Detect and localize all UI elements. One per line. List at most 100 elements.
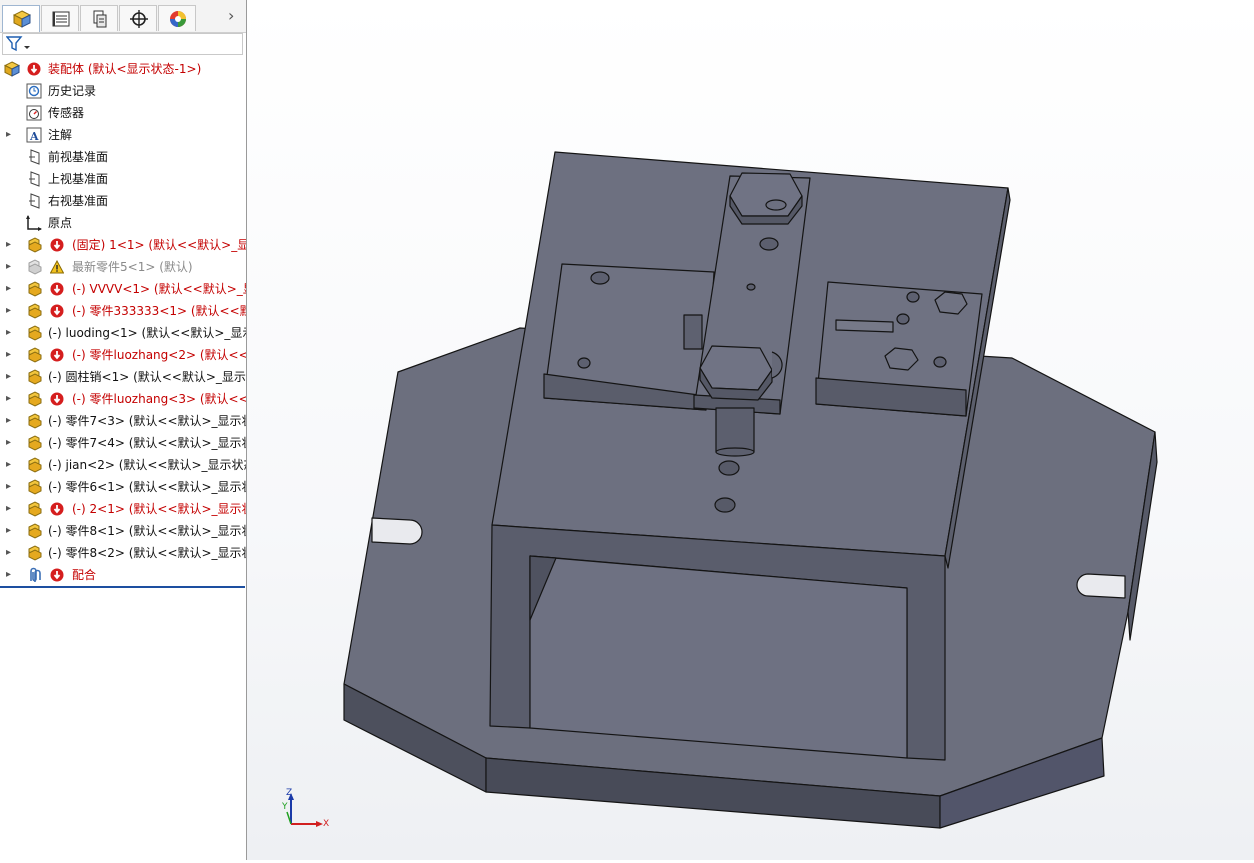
part-icon: [28, 413, 42, 429]
part-icon: [28, 369, 42, 385]
expand-arrow-icon[interactable]: ▸: [6, 410, 14, 432]
rebuild-error-icon: [50, 502, 64, 516]
tree-item-label: 原点: [48, 216, 73, 230]
tree-root-assembly[interactable]: 装配体 (默认<显示状态-1>): [0, 58, 246, 80]
tree-item-component[interactable]: ▸ (-) 零件8<1> (默认<<默认>_显示状: [0, 520, 246, 542]
expand-arrow-icon[interactable]: ▸: [6, 564, 14, 586]
tree-item-right-plane[interactable]: 右视基准面: [0, 190, 246, 212]
tree-item-component[interactable]: ▸ (-) jian<2> (默认<<默认>_显示状态: [0, 454, 246, 476]
tree-item-top-plane[interactable]: 上视基准面: [0, 168, 246, 190]
tree-item-label: 前视基准面: [48, 150, 109, 164]
view-orientation-triad: Z Y X: [282, 788, 333, 834]
tree-item-component[interactable]: ▸ (-) VVVV<1> (默认<<默认>_显: [0, 278, 246, 300]
origin-icon: [26, 215, 42, 231]
crosshair-icon: [130, 10, 148, 28]
graphics-area[interactable]: Z Y X: [247, 0, 1254, 860]
tree-item-component[interactable]: ▸ (-) 零件7<4> (默认<<默认>_显示状: [0, 432, 246, 454]
tabs-scroll-right-button[interactable]: ›: [228, 8, 242, 24]
tree-item-component[interactable]: ▸ (-) 零件luozhang<3> (默认<<默: [0, 388, 246, 410]
assembly-icon: [4, 61, 20, 77]
expand-arrow-icon[interactable]: ▸: [6, 454, 14, 476]
tree-root-label: 装配体 (默认<显示状态-1>): [48, 62, 202, 76]
expand-arrow-icon[interactable]: ▸: [6, 300, 14, 322]
part-icon: [28, 347, 42, 363]
part-icon: [28, 501, 42, 517]
configurationmanager-tab[interactable]: [80, 5, 118, 31]
expand-arrow-icon[interactable]: ▸: [6, 256, 14, 278]
tree-item-annotations[interactable]: ▸ A 注解: [0, 124, 246, 146]
tree-item-label: (-) jian<2> (默认<<默认>_显示状态: [48, 458, 247, 472]
propertymanager-tab[interactable]: [41, 5, 79, 31]
rebuild-error-icon: [50, 304, 64, 318]
part-icon: [28, 457, 42, 473]
dimxpert-tab[interactable]: [119, 5, 157, 31]
tree-item-label: (-) 零件7<4> (默认<<默认>_显示状: [48, 436, 247, 450]
svg-text:A: A: [29, 130, 39, 143]
tree-item-label: 注解: [48, 128, 73, 142]
plane-icon: [29, 149, 40, 165]
tree-item-label: (-) luoding<1> (默认<<默认>_显示: [48, 326, 247, 340]
suppressed-part-icon: [28, 259, 42, 275]
tree-item-component[interactable]: ▸ (固定) 1<1> (默认<<默认>_显示: [0, 234, 246, 256]
tree-item-component[interactable]: ▸ (-) 圆柱销<1> (默认<<默认>_显示状: [0, 366, 246, 388]
expand-arrow-icon[interactable]: ▸: [6, 344, 14, 366]
expand-arrow-icon[interactable]: ▸: [6, 366, 14, 388]
tree-item-component[interactable]: ▸ (-) 零件luozhang<2> (默认<<默: [0, 344, 246, 366]
part-icon: [28, 545, 42, 561]
expand-arrow-icon[interactable]: ▸: [6, 520, 14, 542]
expand-arrow-icon[interactable]: ▸: [6, 278, 14, 300]
configuration-icon: [93, 10, 107, 28]
history-icon: [26, 83, 42, 99]
plane-icon: [29, 193, 40, 209]
tree-item-label: 最新零件5<1> (默认): [72, 260, 193, 274]
assembly-cube-icon: [13, 10, 31, 28]
feature-manager-panel: › 装配体 (默认<显示状态-1>) 历史记录 传感器 ▸ A 注解 前视基准面…: [0, 0, 247, 860]
tree-item-component[interactable]: ▸ (-) 2<1> (默认<<默认>_显示状: [0, 498, 246, 520]
tree-item-component[interactable]: ▸ (-) 零件8<2> (默认<<默认>_显示状: [0, 542, 246, 564]
rebuild-error-icon: [27, 62, 41, 76]
tree-item-label: 配合: [72, 568, 97, 582]
tree-item-origin[interactable]: 原点: [0, 212, 246, 234]
plane-icon: [29, 171, 40, 187]
rebuild-error-icon: [50, 392, 64, 406]
rebuild-error-icon: [50, 568, 64, 582]
expand-arrow-icon[interactable]: ▸: [6, 234, 14, 256]
tree-item-component[interactable]: ▸ (-) luoding<1> (默认<<默认>_显示: [0, 322, 246, 344]
display-manager-tab[interactable]: [158, 5, 196, 31]
expand-arrow-icon[interactable]: ▸: [6, 124, 14, 146]
feature-tree: 装配体 (默认<显示状态-1>) 历史记录 传感器 ▸ A 注解 前视基准面 上…: [0, 58, 246, 586]
tree-item-label: 上视基准面: [48, 172, 109, 186]
tree-item-component[interactable]: ▸ 最新零件5<1> (默认): [0, 256, 246, 278]
color-wheel-icon: [170, 11, 186, 27]
rebuild-error-icon: [50, 348, 64, 362]
triad-x-label: X: [323, 819, 330, 829]
expand-arrow-icon[interactable]: ▸: [6, 322, 14, 344]
expand-arrow-icon[interactable]: ▸: [6, 542, 14, 564]
part-icon: [28, 391, 42, 407]
warning-icon: [50, 260, 64, 274]
tree-item-mates[interactable]: ▸ 配合: [0, 564, 246, 586]
tree-item-history[interactable]: 历史记录: [0, 80, 246, 102]
expand-arrow-icon[interactable]: ▸: [6, 432, 14, 454]
property-list-icon: [52, 11, 70, 27]
tree-item-label: 右视基准面: [48, 194, 109, 208]
tree-item-sensors[interactable]: 传感器: [0, 102, 246, 124]
tree-item-label: (-) 零件8<1> (默认<<默认>_显示状: [48, 524, 247, 538]
part-icon: [28, 237, 42, 253]
tree-item-label: (-) 零件333333<1> (默认<<默认: [72, 304, 247, 318]
tree-item-component[interactable]: ▸ (-) 零件6<1> (默认<<默认>_显示状: [0, 476, 246, 498]
part-icon: [28, 303, 42, 319]
tree-filter-input[interactable]: [2, 33, 243, 55]
expand-arrow-icon[interactable]: ▸: [6, 476, 14, 498]
tree-item-component[interactable]: ▸ (-) 零件333333<1> (默认<<默认: [0, 300, 246, 322]
part-icon: [28, 523, 42, 539]
assembly-model[interactable]: [247, 0, 1254, 860]
top-hex-bolt: [729, 172, 803, 217]
tree-item-component[interactable]: ▸ (-) 零件7<3> (默认<<默认>_显示状: [0, 410, 246, 432]
featuremanager-tab[interactable]: [2, 5, 40, 32]
expand-arrow-icon[interactable]: ▸: [6, 388, 14, 410]
tree-item-front-plane[interactable]: 前视基准面: [0, 146, 246, 168]
expand-arrow-icon[interactable]: ▸: [6, 498, 14, 520]
tree-item-label: 历史记录: [48, 84, 97, 98]
part-icon: [28, 479, 42, 495]
